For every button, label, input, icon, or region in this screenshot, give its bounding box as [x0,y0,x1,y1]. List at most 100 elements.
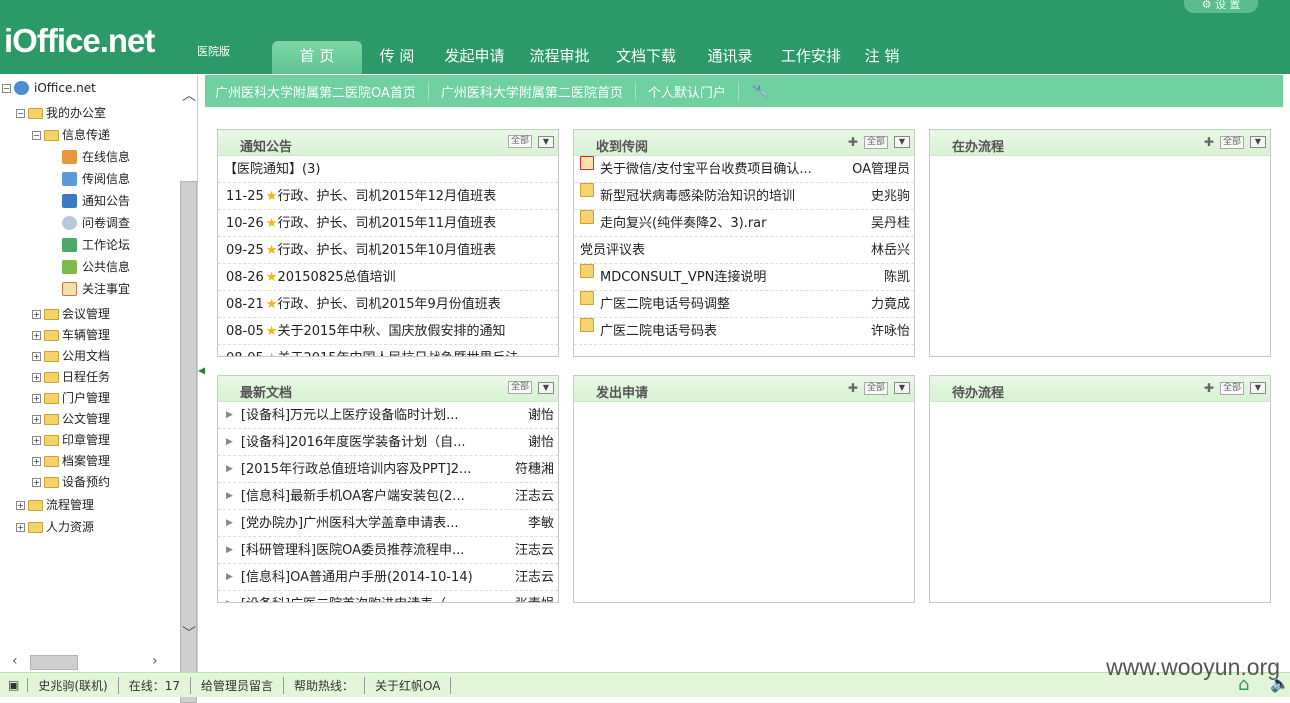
chevron-down-icon[interactable]: ▼ [1250,382,1266,394]
chevron-right-icon[interactable]: › [152,653,158,669]
tree-top[interactable]: 人力资源 [46,517,94,537]
tree-leaf[interactable]: 通知公告 [82,191,130,211]
item-title[interactable]: 行政、护长、司机2015年11月值班表 [277,210,554,236]
view-all-button[interactable]: 全部 [863,381,888,395]
item-title[interactable]: 走向复兴(纯伴奏降2、3).rar [600,210,865,236]
list-item[interactable]: ▶ [科研管理科]医院OA委员推荐流程申... 汪志云 [218,537,558,564]
nav-contacts[interactable]: 通讯录 [690,41,770,74]
item-title[interactable]: 广医二院电话号码表 [600,318,865,344]
add-icon[interactable]: ✚ [848,135,858,149]
item-title[interactable]: 关于2015年中国人民抗日战争暨世界反法 [277,345,554,356]
tree-group[interactable]: 公文管理 [62,409,110,429]
item-title[interactable]: 20150825总值培训 [277,264,554,290]
item-title[interactable]: 关于2015年中秋、国庆放假安排的通知 [277,318,554,344]
tree-group[interactable]: 印章管理 [62,430,110,450]
item-title[interactable]: [2015年行政总值班培训内容及PPT]2... [241,456,509,482]
speaker-icon[interactable]: 🔈 [1270,674,1290,693]
expand-toggle[interactable]: + [16,500,25,510]
list-item[interactable]: ▶ [设备科]广医二院首次购进申请表（... 张素娟 [218,591,558,602]
collapse-toggle[interactable]: − [16,108,25,118]
tree-group[interactable]: 日程任务 [62,367,110,387]
view-all-button[interactable]: 全部 [507,135,532,148]
list-item[interactable]: ▶ [信息科]OA普通用户手册(2014-10-14) 汪志云 [218,564,558,591]
settings-button[interactable]: ⚙ 设 置 [1184,0,1258,13]
tree-group[interactable]: 会议管理 [62,304,110,324]
list-item[interactable]: 新型冠状病毒感染防治知识的培训 史兆驹 [574,183,914,210]
item-title[interactable]: 新型冠状病毒感染防治知识的培训 [600,183,865,209]
tree-root[interactable]: iOffice.net [34,78,96,98]
list-item[interactable]: MDCONSULT_VPN连接说明 陈凯 [574,264,914,291]
expand-toggle[interactable]: + [32,309,41,319]
portal-link-personal[interactable]: 个人默认门户 [648,81,739,101]
chevron-left-icon[interactable]: ‹ [12,653,18,669]
list-item[interactable]: 广医二院电话号码表 许咏怡 [574,318,914,345]
tree-group[interactable]: 公用文档 [62,346,110,366]
list-item[interactable]: 08-05★关于2015年中国人民抗日战争暨世界反法 [218,345,558,356]
view-all-button[interactable]: 全部 [507,381,532,394]
tree-leaf[interactable]: 传阅信息 [82,169,130,189]
tree-group[interactable]: 设备预约 [62,472,110,492]
expand-toggle[interactable]: + [16,522,25,532]
item-title[interactable]: [设备科]万元以上医疗设备临时计划... [241,402,522,428]
item-title[interactable]: [党办院办]广州医科大学盖章申请表... [241,510,522,536]
view-all-button[interactable]: 全部 [1219,381,1244,395]
item-title[interactable]: [设备科]2016年度医学装备计划（自... [241,429,522,455]
nav-approve[interactable]: 流程审批 [517,41,602,74]
chevron-down-icon[interactable]: ▼ [538,381,554,394]
list-item[interactable]: ▶ [信息科]最新手机OA客户端安装包(2... 汪志云 [218,483,558,510]
list-item[interactable]: 08-21 ★ 行政、护长、司机2015年9月份值班表 [218,291,558,318]
chevron-down-icon[interactable]: ▼ [1250,136,1266,148]
list-item[interactable]: ▶ [党办院办]广州医科大学盖章申请表... 李敏 [218,510,558,537]
home-icon[interactable]: ⌂ [1238,674,1249,695]
item-title[interactable]: MDCONSULT_VPN连接说明 [600,264,878,290]
list-item[interactable]: 08-05 ★ 关于2015年中秋、国庆放假安排的通知 [218,318,558,345]
tree-leaf[interactable]: 工作论坛 [82,235,130,255]
add-icon[interactable]: ✚ [848,381,858,395]
collapse-toggle[interactable]: − [32,130,41,140]
item-title[interactable]: [信息科]最新手机OA客户端安装包(2... [241,483,509,509]
list-item[interactable]: 走向复兴(纯伴奏降2、3).rar 吴丹桂 [574,210,914,237]
tree-info[interactable]: 信息传递 [62,125,110,145]
list-item[interactable]: 广医二院电话号码调整 力竟成 [574,291,914,318]
item-title[interactable]: [信息科]OA普通用户手册(2014-10-14) [241,564,509,590]
chevron-down-icon[interactable]: ﹀ [182,623,196,643]
view-all-button[interactable]: 全部 [863,135,888,149]
notice-category[interactable]: 【医院通知】(3) [224,156,320,182]
monitor-icon[interactable]: ▣ [0,678,29,692]
tree-leaf[interactable]: 关注事宜 [82,279,130,299]
item-title[interactable]: 党员评议表 [580,237,865,263]
list-item[interactable]: 党员评议表 林岳兴 [574,237,914,264]
item-title[interactable]: [设备科]广医二院首次购进申请表（... [241,591,509,602]
tree-leaf[interactable]: 问卷调查 [82,213,130,233]
chevron-down-icon[interactable]: ▼ [894,382,910,394]
list-item[interactable]: 08-26 ★ 20150825总值培训 [218,264,558,291]
list-item[interactable]: 11-25 ★ 行政、护长、司机2015年12月值班表 [218,183,558,210]
nav-schedule[interactable]: 工作安排 [770,41,852,74]
portal-link-hospital[interactable]: 广州医科大学附属第二医院首页 [441,81,636,101]
item-title[interactable]: 关于微信/支付宝平台收费项目确认... [600,156,846,182]
list-item[interactable]: 关于微信/支付宝平台收费项目确认... OA管理员 [574,156,914,183]
list-item[interactable]: 09-25 ★ 行政、护长、司机2015年10月值班表 [218,237,558,264]
chevron-up-icon[interactable]: ︿ [182,85,196,105]
list-item[interactable]: ▶ [2015年行政总值班培训内容及PPT]2... 符穗湘 [218,456,558,483]
expand-toggle[interactable]: + [32,393,41,403]
wrench-icon[interactable]: 🔧 [751,82,770,100]
nav-circulate[interactable]: 传 阅 [362,41,432,74]
item-title[interactable]: 行政、护长、司机2015年9月份值班表 [277,291,554,317]
tree-group[interactable]: 车辆管理 [62,325,110,345]
tree-group[interactable]: 门户管理 [62,388,110,408]
nav-logout[interactable]: 注 销 [852,41,912,74]
nav-apply[interactable]: 发起申请 [432,41,517,74]
list-item[interactable]: 10-26 ★ 行政、护长、司机2015年11月值班表 [218,210,558,237]
expand-toggle[interactable]: + [32,477,41,487]
status-online[interactable]: 在线：17 [119,676,191,694]
add-icon[interactable]: ✚ [1204,381,1214,395]
expand-toggle[interactable]: + [32,456,41,466]
message-admin-link[interactable]: 给管理员留言 [191,676,285,694]
tree-leaf[interactable]: 公共信息 [82,257,130,277]
item-title[interactable]: 广医二院电话号码调整 [600,291,865,317]
collapse-sidebar-icon[interactable]: ◀ [198,363,207,379]
horizontal-scroll-thumb[interactable] [30,655,78,670]
tree-top[interactable]: 流程管理 [46,495,94,515]
expand-toggle[interactable]: + [32,351,41,361]
